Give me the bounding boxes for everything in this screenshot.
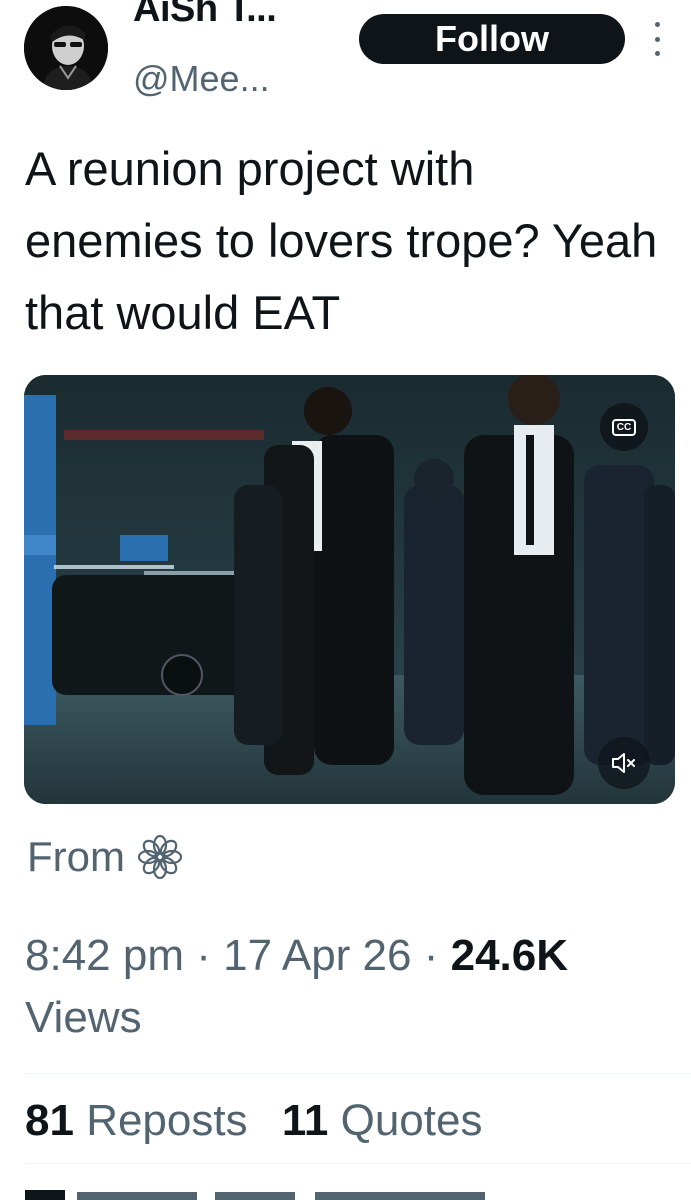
closed-captions-button[interactable]: CC [600, 403, 648, 451]
speaker-muted-icon[interactable] [598, 737, 650, 789]
views-count: 24.6K [450, 931, 569, 980]
reposts-count: 81 [25, 1096, 74, 1145]
quotes-label: Quotes [340, 1096, 483, 1145]
separator: · [196, 931, 211, 980]
next-row-cutoff [25, 1186, 525, 1200]
video-frame [24, 375, 675, 804]
divider [25, 1163, 691, 1164]
separator: · [423, 931, 439, 980]
tweet-date[interactable]: 17 Apr 26 [223, 931, 411, 980]
avatar-photo [24, 6, 108, 90]
author-display-name[interactable]: AiSh T... [133, 0, 277, 31]
author-handle[interactable]: @Mee... [133, 58, 270, 100]
views-label: Views [25, 993, 142, 1042]
reposts-stat[interactable]: 81 Reposts [25, 1096, 248, 1145]
source-label: From [27, 833, 125, 880]
engagement-stats: 81 Reposts 11 Quotes [25, 1096, 504, 1146]
quotes-count: 11 [281, 1096, 329, 1145]
cc-label: CC [611, 418, 637, 436]
quotes-stat[interactable]: 11 Quotes [282, 1096, 483, 1145]
tweet-time[interactable]: 8:42 pm [25, 931, 184, 980]
avatar[interactable] [24, 6, 108, 90]
video-player[interactable] [24, 375, 675, 804]
reposts-label: Reposts [86, 1096, 248, 1145]
tweet-metadata: 8:42 pm · 17 Apr 26 · 24.6K Views [25, 925, 665, 1049]
more-vertical-icon[interactable] [645, 22, 669, 56]
source-line: From [27, 833, 183, 881]
follow-button[interactable]: Follow [359, 14, 625, 64]
flower-outline-icon[interactable] [137, 834, 183, 880]
tweet-text: A reunion project with enemies to lovers… [25, 142, 658, 339]
divider [25, 1073, 691, 1074]
